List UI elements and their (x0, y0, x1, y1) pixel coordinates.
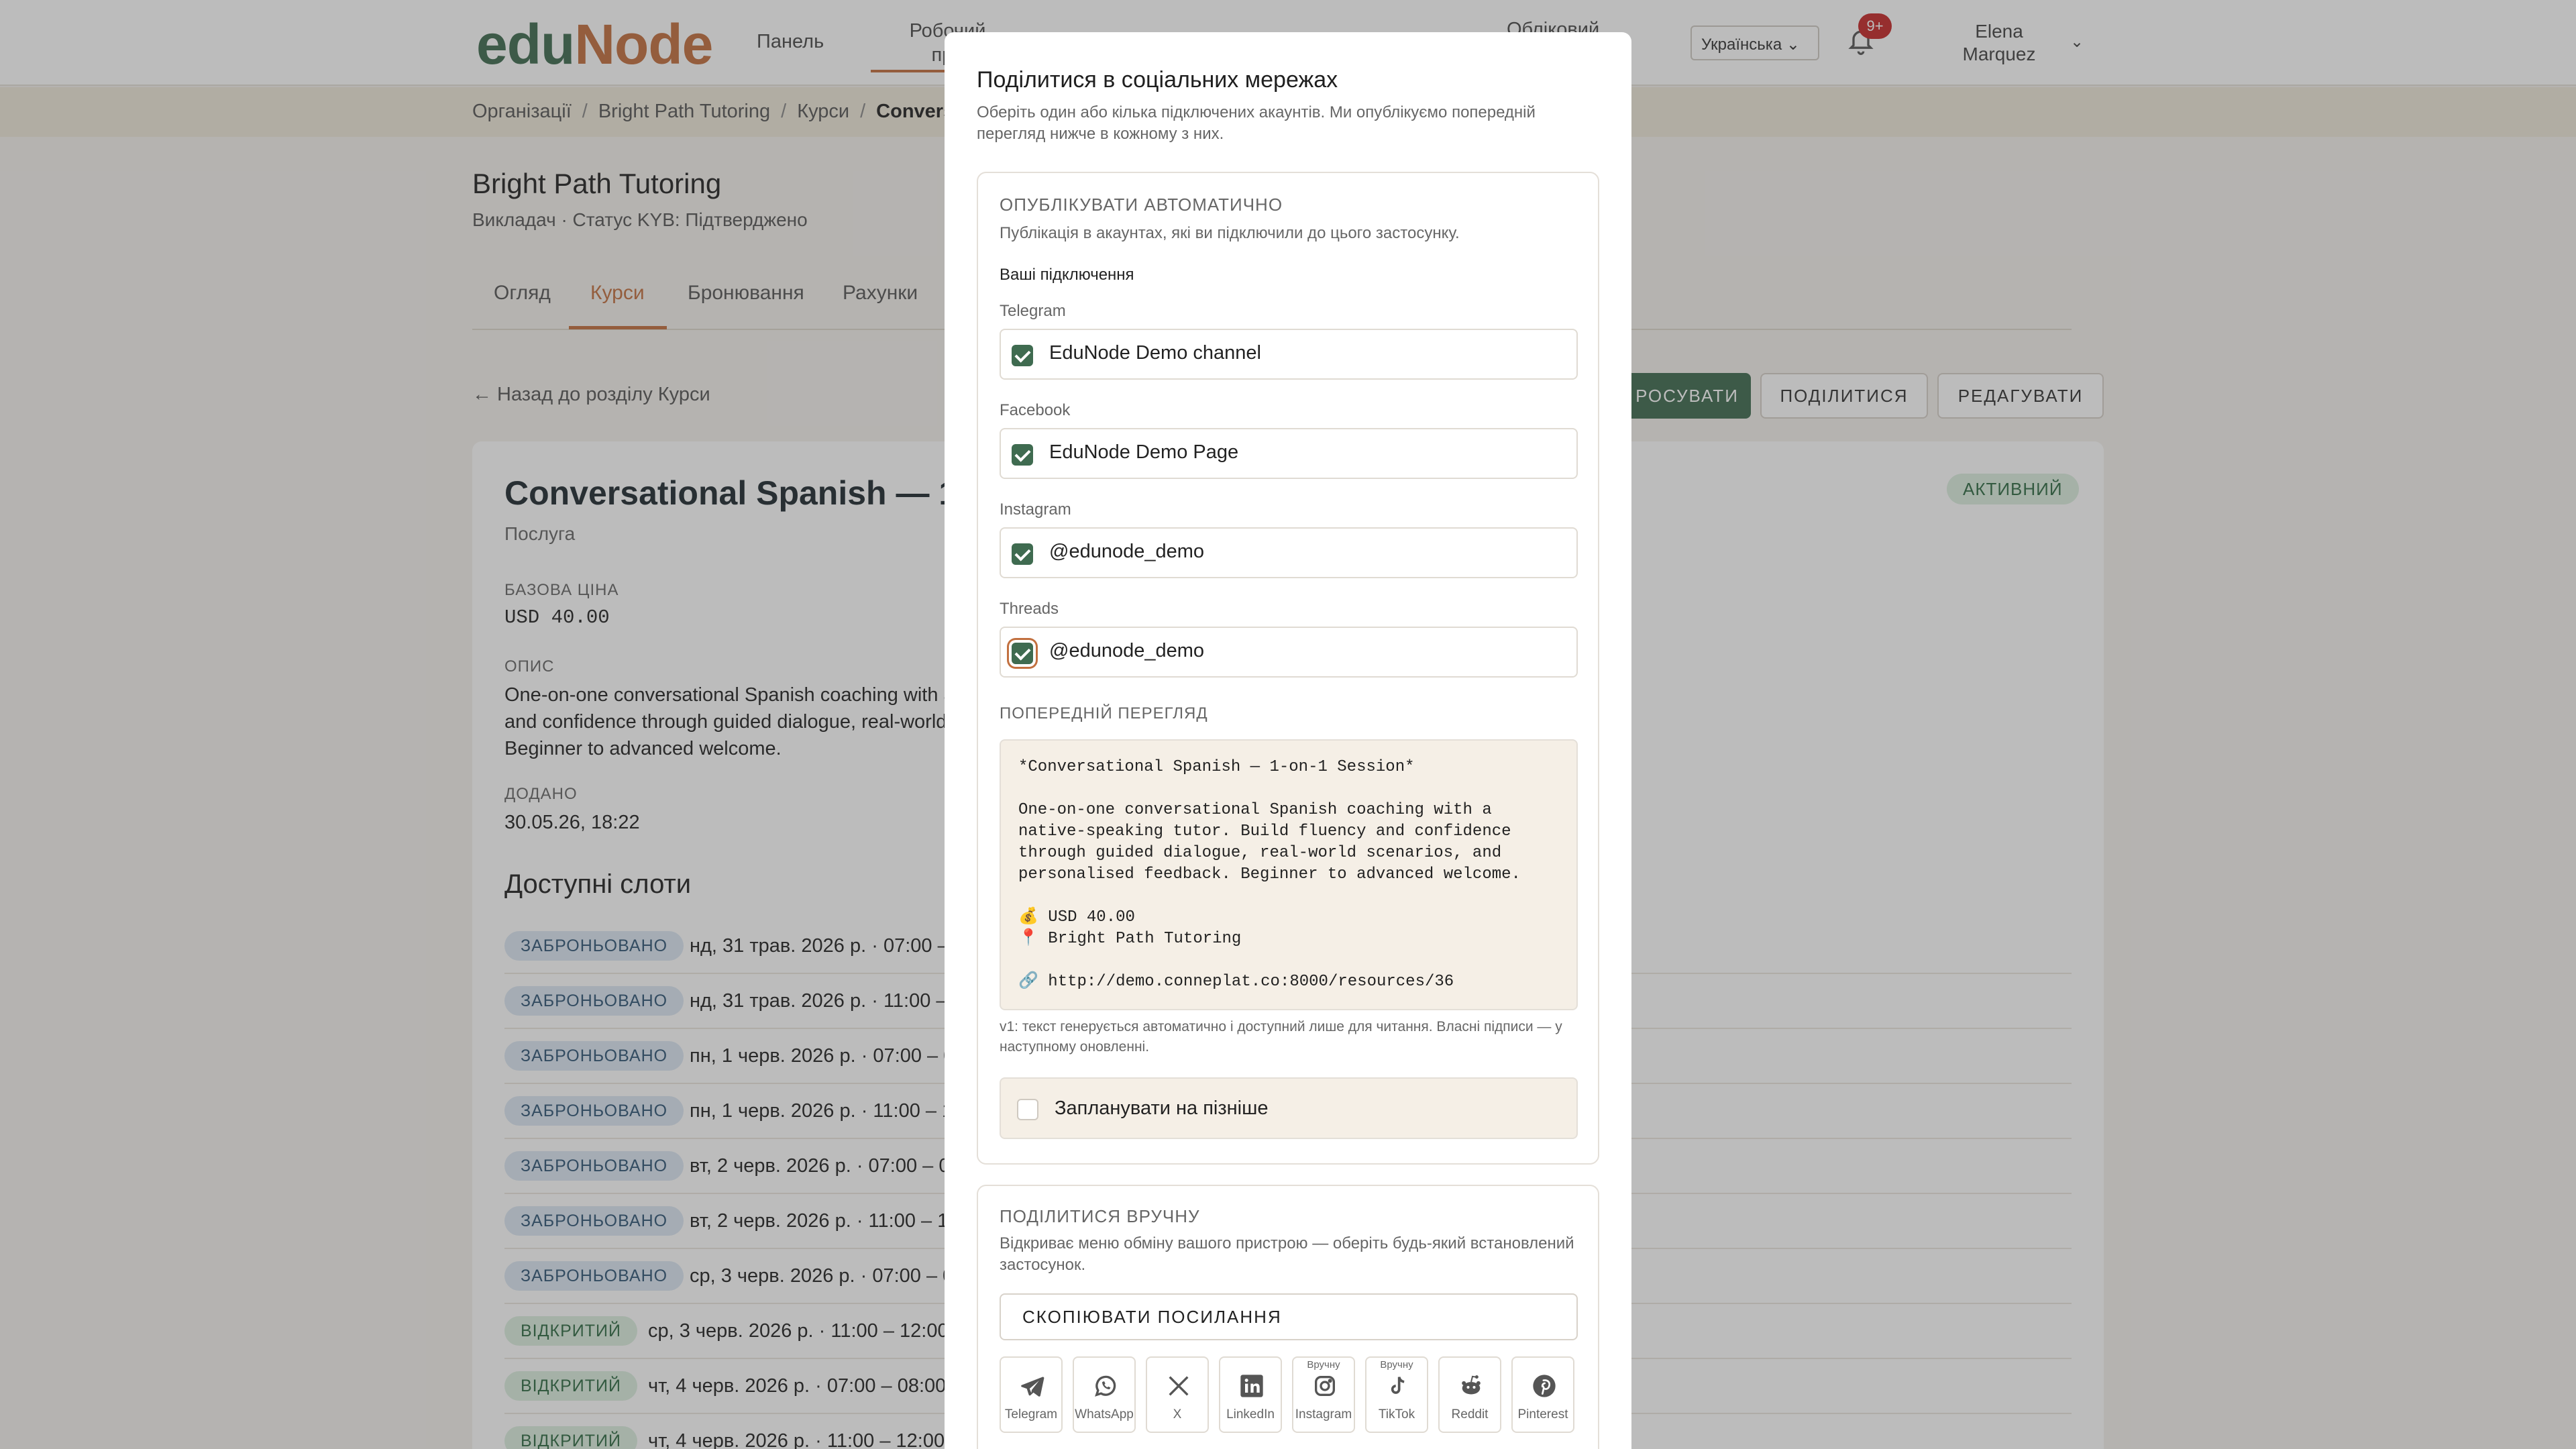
tiktok-icon (1391, 1377, 1405, 1394)
modal-title: Поділитися в соціальних мережах (977, 67, 1338, 93)
auto-publish-section: ОПУБЛІКУВАТИ АВТОМАТИЧНО Публікація в ак… (977, 172, 1599, 1165)
telegram-icon (1021, 1377, 1044, 1397)
share-instagram[interactable]: Вручну Instagram (1292, 1356, 1355, 1433)
account-facebook[interactable]: EduNode Demo Page (1000, 428, 1578, 479)
network-label-telegram: Telegram (1000, 302, 1066, 320)
share-tiktok[interactable]: Вручну TikTok (1365, 1356, 1428, 1433)
manual-tag: Вручну (1307, 1359, 1340, 1371)
account-threads[interactable]: @edunode_demo (1000, 627, 1578, 678)
share-reddit[interactable]: Reddit (1438, 1356, 1501, 1433)
share-linkedin[interactable]: LinkedIn (1219, 1356, 1282, 1433)
account-telegram[interactable]: EduNode Demo channel (1000, 329, 1578, 380)
share-pinterest[interactable]: Pinterest (1511, 1356, 1574, 1433)
checkbox-threads[interactable] (1012, 643, 1033, 664)
instagram-icon (1315, 1376, 1335, 1396)
network-label-threads: Threads (1000, 600, 1059, 618)
network-label-instagram: Instagram (1000, 500, 1071, 519)
network-label-facebook: Facebook (1000, 401, 1071, 419)
manual-share-heading: ПОДІЛИТИСЯ ВРУЧНУ (1000, 1206, 1200, 1226)
share-social-modal: Поділитися в соціальних мережах Оберіть … (945, 32, 1631, 1449)
auto-publish-heading: ОПУБЛІКУВАТИ АВТОМАТИЧНО (1000, 195, 1283, 215)
preview-note: v1: текст генерується автоматично і дост… (1000, 1019, 1562, 1055)
whatsapp-icon (1095, 1375, 1116, 1397)
manual-tag: Вручну (1380, 1359, 1413, 1371)
checkbox-instagram[interactable] (1012, 543, 1033, 565)
share-whatsapp[interactable]: WhatsApp (1073, 1356, 1136, 1433)
manual-share-subheading: Відкриває меню обміну вашого пристрою — … (1000, 1234, 1574, 1274)
share-x[interactable]: X (1146, 1356, 1209, 1433)
preview-text: *Conversational Spanish — 1-on-1 Session… (1000, 739, 1578, 1010)
reddit-icon (1462, 1375, 1481, 1395)
checkbox-facebook[interactable] (1012, 444, 1033, 466)
modal-subtitle: Оберіть один або кілька підключених акау… (977, 103, 1536, 143)
schedule-later-checkbox[interactable] (1017, 1099, 1038, 1120)
linkedin-icon (1240, 1375, 1263, 1397)
auto-publish-subheading: Публікація в акаунтах, які ви підключили… (1000, 224, 1460, 242)
connections-label: Ваші підключення (1000, 266, 1134, 284)
x-icon (1169, 1376, 1189, 1396)
manual-share-section: ПОДІЛИТИСЯ ВРУЧНУ Відкриває меню обміну … (977, 1185, 1599, 1449)
schedule-later-label: Запланувати на пізніше (1055, 1097, 1269, 1119)
checkbox-telegram[interactable] (1012, 345, 1033, 366)
schedule-later-toggle[interactable]: Запланувати на пізніше (1000, 1077, 1578, 1139)
pinterest-icon (1533, 1375, 1556, 1397)
share-telegram[interactable]: Telegram (1000, 1356, 1063, 1433)
preview-label: ПОПЕРЕДНІЙ ПЕРЕГЛЯД (1000, 704, 1208, 722)
account-instagram[interactable]: @edunode_demo (1000, 527, 1578, 578)
copy-link-button[interactable]: СКОПІЮВАТИ ПОСИЛАННЯ (1000, 1293, 1578, 1340)
